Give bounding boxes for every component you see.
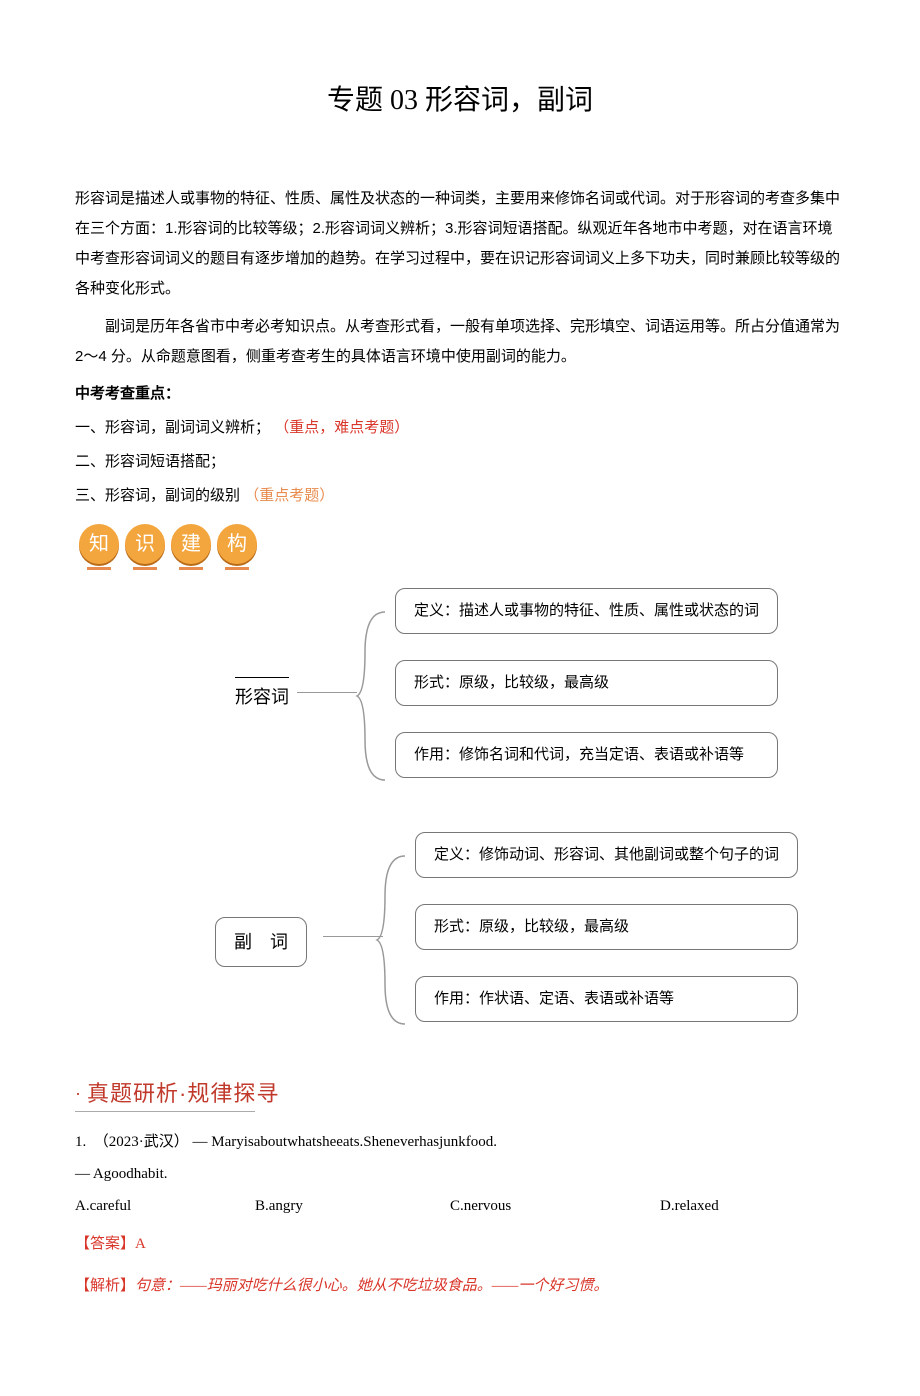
focus-item-1-note: （重点，难点考题）: [274, 419, 409, 436]
concept-map-adjective: 形容词 定义：描述人或事物的特征、性质、属性或状态的词 形式：原级，比较级，最高…: [75, 588, 845, 808]
answer-line: 【答案】A: [75, 1232, 845, 1256]
section-header: · 真题研析·规律探寻: [75, 1076, 845, 1112]
option-b: B.angry: [255, 1194, 450, 1218]
brace-icon-2: [375, 836, 415, 1044]
badge-zhi: 知: [79, 524, 119, 564]
page-title: 专题 03 形容词，副词: [75, 79, 845, 124]
map-label-adj: 形容词: [235, 683, 289, 712]
map-adv-def: 定义：修饰动词、形容词、其他副词或整个句子的词: [415, 832, 798, 878]
focus-item-2-text: 二、形容词短语搭配；: [75, 453, 225, 470]
concept-map-adverb: 副 词 定义：修饰动词、形容词、其他副词或整个句子的词 形式：原级，比较级，最高…: [75, 832, 845, 1052]
divider-line: [75, 1111, 255, 1112]
map-adv-role: 作用：作状语、定语、表语或补语等: [415, 976, 798, 1022]
brace-icon: [355, 592, 395, 800]
question-stem-b: — Agoodhabit.: [75, 1162, 845, 1186]
focus-item-3-text: 三、形容词，副词的级别: [75, 487, 240, 504]
map-adv-form: 形式：原级，比较级，最高级: [415, 904, 798, 950]
focus-item-2: 二、形容词短语搭配；: [75, 450, 845, 474]
option-a: A.careful: [75, 1194, 255, 1218]
badge-jian: 建: [171, 524, 211, 564]
explain-line: 【解析】句意：——玛丽对吃什么很小心。她从不吃垃圾食品。——一个好习惯。: [75, 1274, 845, 1298]
option-d: D.relaxed: [660, 1194, 719, 1218]
map-label-adv: 副 词: [215, 917, 307, 968]
q-source: （2023·武汉）: [94, 1134, 189, 1150]
badge-shi: 识: [125, 524, 165, 564]
map-center-connector: [297, 692, 357, 693]
q-number: 1.: [75, 1134, 86, 1150]
focus-heading: 中考考查重点：: [75, 382, 845, 406]
question-stem-a: 1. （2023·武汉） — Maryisaboutwhatsheeats.Sh…: [75, 1130, 845, 1154]
bullet-icon: ·: [75, 1079, 81, 1108]
map-adj-role: 作用：修饰名词和代词，充当定语、表语或补语等: [395, 732, 778, 778]
map-center-connector-2: [323, 936, 383, 937]
q-stem-text-a: — Maryisaboutwhatsheeats.Sheneverhasjunk…: [193, 1134, 498, 1150]
answer-value: A: [135, 1236, 146, 1252]
question-1: 1. （2023·武汉） — Maryisaboutwhatsheeats.Sh…: [75, 1130, 845, 1298]
focus-item-3: 三、形容词，副词的级别 （重点考题）: [75, 484, 845, 508]
map-adj-form: 形式：原级，比较级，最高级: [395, 660, 778, 706]
map-adj-def: 定义：描述人或事物的特征、性质、属性或状态的词: [395, 588, 778, 634]
knowledge-badge-row: 知 识 建 构: [75, 524, 845, 564]
badge-gou: 构: [217, 524, 257, 564]
answer-label: 【答案】: [75, 1236, 135, 1252]
focus-item-1: 一、形容词，副词词义辨析； （重点，难点考题）: [75, 416, 845, 440]
explain-text: 句意：——玛丽对吃什么很小心。她从不吃垃圾食品。——一个好习惯。: [135, 1278, 608, 1294]
question-options: A.careful B.angry C.nervous D.relaxed: [75, 1194, 845, 1218]
intro-p1: 形容词是描述人或事物的特征、性质、属性及状态的一种词类，主要用来修饰名词或代词。…: [75, 184, 845, 304]
intro-p2: 副词是历年各省市中考必考知识点。从考查形式看，一般有单项选择、完形填空、词语运用…: [75, 312, 845, 372]
focus-item-3-note: （重点考题）: [244, 487, 334, 504]
section-title-text: 真题研析·规律探寻: [87, 1076, 279, 1111]
option-c: C.nervous: [450, 1194, 660, 1218]
explain-label: 【解析】: [75, 1278, 135, 1294]
focus-item-1-text: 一、形容词，副词词义辨析；: [75, 419, 270, 436]
